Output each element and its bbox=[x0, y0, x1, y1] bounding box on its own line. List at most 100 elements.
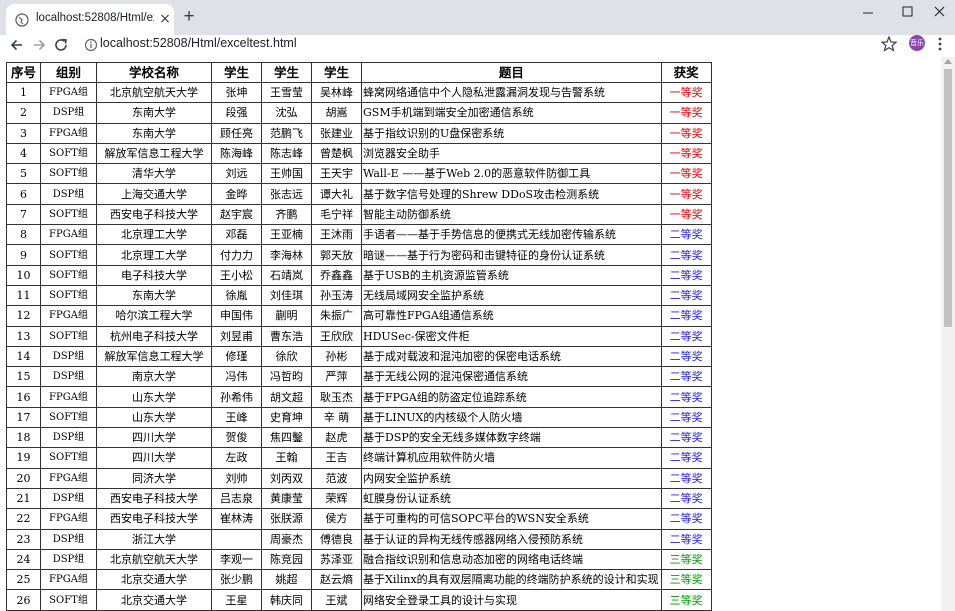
col-award-cell: 一等奖 bbox=[660, 203, 712, 226]
table-row: 25 FPGA组 北京交通大学 张少鹏 姚超 赵云熵 基于Xilinx的具有双层隔离功能的终… bbox=[6, 569, 712, 591]
col-student-3-cell: 傅德良 bbox=[311, 528, 362, 550]
col-group-cell: DSP组 bbox=[40, 366, 97, 388]
col-award-cell: 二等奖 bbox=[660, 447, 712, 469]
col-index-cell: 25 bbox=[6, 569, 41, 591]
url-text[interactable]: localhost:52808/Html/exceltest.html bbox=[100, 36, 297, 50]
col-student-2-cell: 陈竞园 bbox=[261, 548, 312, 571]
forward-arrow-icon[interactable] bbox=[29, 35, 49, 55]
col-student-2-cell: 史育坤 bbox=[261, 406, 312, 429]
kebab-menu-icon[interactable] bbox=[934, 35, 946, 53]
col-index-cell: 13 bbox=[6, 325, 41, 347]
col-award-cell: 二等奖 bbox=[660, 345, 712, 368]
col-group-cell: SOFT组 bbox=[40, 589, 97, 611]
profile-avatar[interactable]: 音乐 bbox=[909, 35, 925, 51]
reload-icon[interactable] bbox=[51, 35, 71, 55]
col-student-1-cell: 王星 bbox=[211, 589, 262, 611]
col-student-1-cell: 邓磊 bbox=[211, 224, 262, 246]
col-student-3-cell: 张建业 bbox=[311, 122, 362, 144]
col-award-cell: 一等奖 bbox=[660, 183, 712, 205]
col-school-cell: 东南大学 bbox=[96, 122, 212, 144]
col-student-1-cell: 修瑾 bbox=[211, 345, 262, 368]
table-row: 21 DSP组 西安电子科技大学 吕志泉 黄康莹 荣辉 虹膜身份认证系统 二等奖 bbox=[6, 487, 712, 510]
vertical-scrollbar[interactable] bbox=[941, 57, 955, 611]
col-school-cell: 解放军信息工程大学 bbox=[96, 345, 212, 368]
col-group-cell: FPGA组 bbox=[40, 569, 97, 591]
col-school-cell: 西安电子科技大学 bbox=[96, 203, 212, 226]
page-viewport: 序号 组别 学校名称 学生 学生 学生 题目 获奖 1 FPGA组 北京航空航天大学 张坤 王雪莹 吴林… bbox=[0, 57, 941, 611]
table-row: 7 SOFT组 西安电子科技大学 赵宇宸 齐鹏 毛宁祥 智能主动防御系统 一等奖 bbox=[6, 203, 712, 226]
bookmark-star-icon[interactable] bbox=[880, 35, 898, 53]
back-arrow-icon[interactable] bbox=[7, 35, 27, 55]
col-student-3-cell: 赵虎 bbox=[311, 427, 362, 449]
col-award-cell: 一等奖 bbox=[660, 142, 712, 165]
col-student-3-cell: 辛 萌 bbox=[311, 406, 362, 429]
col-award-cell: 二等奖 bbox=[660, 284, 712, 307]
col-student-2-cell: 刘丙双 bbox=[261, 467, 312, 489]
col-student-1-cell: 王小松 bbox=[211, 264, 262, 286]
col-topic-cell: HDUSec-保密文件柜 bbox=[361, 325, 662, 347]
col-school-cell: 南京大学 bbox=[96, 366, 212, 388]
col-student-3-cell: 毛宁祥 bbox=[311, 203, 362, 226]
col-group-cell: DSP组 bbox=[40, 528, 97, 550]
col-student-1-cell: 李观一 bbox=[211, 548, 262, 571]
scroll-thumb[interactable] bbox=[944, 69, 952, 327]
col-student-2-cell: 石靖岚 bbox=[261, 264, 312, 286]
col-index-cell: 8 bbox=[6, 224, 41, 246]
col-student-2-cell: 徐欣 bbox=[261, 345, 312, 368]
col-award-cell: 二等奖 bbox=[660, 467, 712, 489]
col-group-cell: FPGA组 bbox=[40, 224, 97, 246]
col-award-cell: 二等奖 bbox=[660, 244, 712, 266]
tab-close-icon[interactable]: × bbox=[158, 10, 172, 28]
table-row: 10 SOFT组 电子科技大学 王小松 石靖岚 乔鑫鑫 基于USB的主机资源监管系统 二等奖 bbox=[6, 264, 712, 286]
col-student-1-cell bbox=[211, 528, 262, 550]
table-row: 24 DSP组 北京航空航天大学 李观一 陈竞园 苏泽亚 融合指纹识别和信息动态加密的网络电… bbox=[6, 548, 712, 571]
col-group-cell: SOFT组 bbox=[40, 325, 97, 347]
col-student-3-cell: 王天宇 bbox=[311, 163, 362, 185]
close-window-icon[interactable] bbox=[916, 0, 955, 26]
col-student-2-cell: 焦四鑿 bbox=[261, 427, 312, 449]
col-index-cell: 10 bbox=[6, 264, 41, 286]
col-student-1-cell: 顾任亮 bbox=[211, 122, 262, 144]
col-student-1-cell: 左政 bbox=[211, 447, 262, 469]
scroll-up-arrow-icon[interactable] bbox=[944, 59, 952, 64]
col-award-cell: 二等奖 bbox=[660, 264, 712, 286]
table-row: 20 FPGA组 同济大学 刘帅 刘丙双 范波 内网安全监护系统 二等奖 bbox=[6, 467, 712, 489]
col-student-3-cell: 耿玉杰 bbox=[311, 386, 362, 408]
col-index-cell: 17 bbox=[6, 406, 41, 429]
info-icon[interactable] bbox=[84, 38, 98, 52]
col-student-1-cell: 贺俊 bbox=[211, 427, 262, 449]
col-student-3-cell: 郭天放 bbox=[311, 244, 362, 266]
col-group-cell: SOFT组 bbox=[40, 284, 97, 307]
col-school-cell: 西安电子科技大学 bbox=[96, 487, 212, 510]
col-school-cell: 解放军信息工程大学 bbox=[96, 142, 212, 165]
col-index-cell: 6 bbox=[6, 183, 41, 205]
col-student-1-cell: 金晔 bbox=[211, 183, 262, 205]
col-student-2-cell: 蒯明 bbox=[261, 305, 312, 327]
col-index-cell: 7 bbox=[6, 203, 41, 226]
col-group-cell: DSP组 bbox=[40, 427, 97, 449]
col-student-3-cell: 孙玉涛 bbox=[311, 284, 362, 307]
new-tab-button[interactable]: + bbox=[180, 7, 198, 27]
col-award-cell: 二等奖 bbox=[660, 427, 712, 449]
col-index-cell: 16 bbox=[6, 386, 41, 408]
col-index-cell: 20 bbox=[6, 467, 41, 489]
col-index-cell: 14 bbox=[6, 345, 41, 368]
col-award-cell: 一等奖 bbox=[660, 122, 712, 144]
col-topic-cell: 基于FPGA组的防盗定位追踪系统 bbox=[361, 386, 662, 408]
col-student-3-cell: 谭大礼 bbox=[311, 183, 362, 205]
col-index-cell: 21 bbox=[6, 487, 41, 510]
col-student-3-cell: 胡嵩 bbox=[311, 102, 362, 124]
address-bar[interactable]: localhost:52808/Html/exceltest.html bbox=[76, 32, 906, 58]
col-student-1-cell: 赵宇宸 bbox=[211, 203, 262, 226]
browser-tab[interactable]: localhost:52808/Html/exceltest.h × bbox=[6, 4, 174, 35]
col-award-cell: 二等奖 bbox=[660, 325, 712, 347]
col-student-1-cell: 崔林涛 bbox=[211, 508, 262, 530]
col-student-3-cell: 侯方 bbox=[311, 508, 362, 530]
col-student-1-cell: 刘远 bbox=[211, 163, 262, 185]
minimize-icon[interactable] bbox=[845, 0, 891, 26]
col-student-3-cell: 曾楚枫 bbox=[311, 142, 362, 165]
col-index-cell: 26 bbox=[6, 589, 41, 611]
col-index-cell: 22 bbox=[6, 508, 41, 530]
col-school-cell: 东南大学 bbox=[96, 284, 212, 307]
col-student-1-cell: 张坤 bbox=[211, 81, 262, 104]
